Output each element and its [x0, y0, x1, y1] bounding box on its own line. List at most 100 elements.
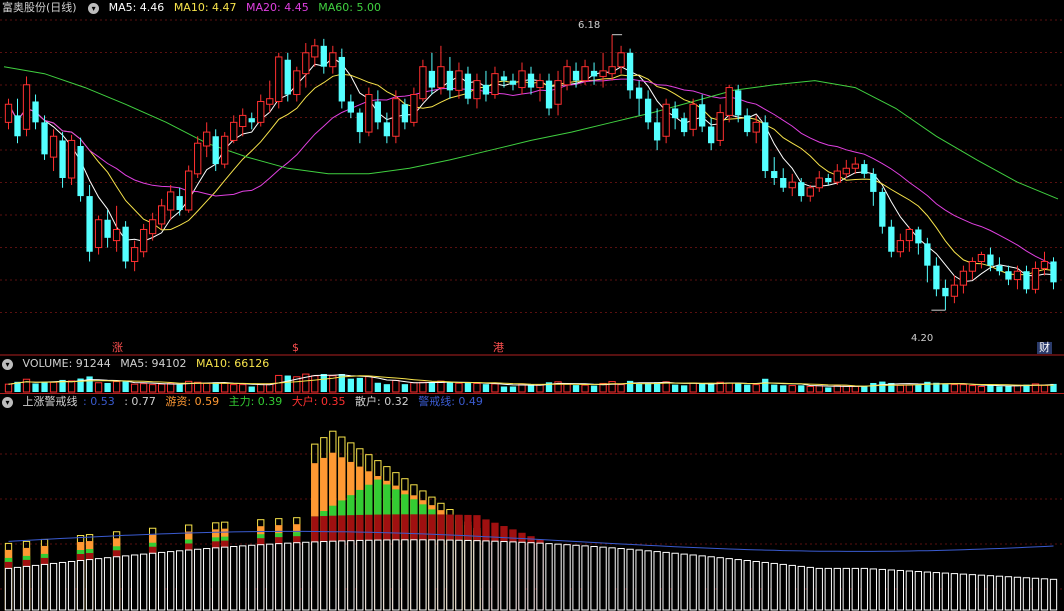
indicator-white-bar	[788, 564, 796, 611]
price-panel-toggle-icon[interactable]: ▾	[88, 2, 100, 14]
candle-body	[239, 114, 247, 128]
indicator-chart[interactable]	[0, 394, 1064, 611]
indicator-white-bar	[518, 541, 526, 611]
volume-panel-toggle-icon[interactable]: ▾	[2, 358, 13, 370]
volume-bar	[347, 378, 354, 392]
volume-ma10-label: MA10: 66126	[195, 357, 270, 370]
indicator-white-bar	[617, 548, 625, 611]
indicator-panel-toggle-icon[interactable]: ▾	[2, 396, 13, 408]
ma20-line	[8, 78, 1054, 266]
indicator-white-bar	[293, 542, 301, 611]
volume-bar	[401, 384, 409, 392]
volume-bar	[563, 383, 571, 393]
indicator-white-bar	[833, 567, 841, 611]
indicator-white-bar	[1022, 577, 1031, 611]
volume-bar	[708, 383, 715, 392]
indicator-white-bar	[950, 573, 959, 611]
volume-bar	[67, 380, 76, 393]
indicator-white-bar	[31, 564, 40, 611]
event-marker-hk[interactable]: 港	[493, 342, 504, 354]
candle-body	[284, 59, 291, 95]
candle-body	[482, 84, 490, 95]
indicator-white-bar	[608, 547, 616, 611]
indicator-white-bar	[509, 541, 517, 611]
volume-bar	[419, 381, 427, 393]
candle-body	[446, 70, 454, 91]
indicator-name: 上涨警戒线	[22, 395, 78, 408]
indicator-white-bar	[157, 551, 166, 611]
indicator-white-bar	[194, 548, 202, 611]
volume-bar	[446, 382, 454, 392]
candle-body	[203, 131, 211, 147]
indicator-white-bar	[653, 551, 661, 611]
volume-bar	[86, 376, 93, 392]
candle-body	[671, 108, 679, 119]
volume-bar	[112, 381, 121, 393]
indicator-white-bar	[410, 539, 418, 611]
stock-title: 富奥股份(日线)	[2, 1, 77, 14]
candle-body	[275, 56, 283, 102]
indicator-white-bar	[4, 567, 13, 611]
indicator-white-bar	[491, 540, 499, 611]
indicator-white-bar	[85, 559, 94, 611]
candle-body	[825, 178, 832, 183]
volume-bar	[311, 375, 319, 393]
indicator-white-bar	[986, 575, 995, 611]
indicator-white-bar	[842, 567, 850, 611]
candle-body	[1050, 261, 1057, 283]
indicator-white-bar	[40, 563, 49, 611]
indicator-white-bar	[527, 542, 535, 611]
event-marker-dollar[interactable]: $	[292, 342, 299, 354]
candle-body	[311, 45, 319, 58]
candle-body	[708, 126, 715, 144]
indicator-white-bar	[1013, 576, 1022, 611]
indicator-white-bar	[428, 539, 436, 611]
volume-panel[interactable]: ▾ VOLUME: 91244 MA5: 94102 MA10: 66126	[0, 356, 1064, 394]
indicator-panel[interactable]: ▾ 上涨警戒线 : 0.53 : 0.77 游资: 0.59 主力: 0.39 …	[0, 394, 1064, 611]
candle-body	[1023, 271, 1030, 290]
volume-bar	[671, 384, 679, 392]
ma10-label: MA10: 4.47	[173, 1, 237, 14]
candle-body	[554, 80, 562, 105]
indicator-white-bar	[662, 551, 670, 611]
candle-body	[518, 70, 526, 89]
indicator-white-bar	[599, 546, 607, 611]
volume-bar	[608, 381, 616, 393]
volume-bar	[996, 386, 1003, 392]
candle-body	[14, 115, 21, 137]
volume-bar	[572, 385, 580, 392]
candle-body	[950, 284, 959, 297]
indicator-white-bar	[365, 539, 373, 611]
indicator-white-bar	[383, 539, 391, 611]
indicator-white-bar	[932, 572, 941, 611]
candle-body	[861, 164, 868, 174]
indicator-white-bar	[176, 550, 184, 611]
indicator-white-bar	[689, 554, 697, 611]
indicator-white-bar	[203, 548, 211, 611]
indicator-white-bar	[455, 539, 463, 611]
event-marker-zhang[interactable]: 涨	[112, 342, 123, 354]
indicator-white-bar	[887, 569, 895, 611]
volume-bar	[870, 382, 877, 392]
indicator-dahu: 大户: 0.35	[291, 395, 346, 408]
indicator-white-bar	[1040, 578, 1049, 611]
price-chart[interactable]	[0, 0, 1064, 356]
indicator-white-bar	[212, 547, 220, 611]
candle-body	[383, 122, 391, 137]
candle-body	[320, 45, 327, 67]
volume-bar	[581, 384, 589, 393]
candle-body	[833, 170, 841, 183]
candle-body	[148, 219, 157, 235]
candle-body	[356, 112, 363, 133]
candle-body	[130, 247, 139, 262]
volume-bar	[257, 383, 265, 393]
indicator-white-bar	[590, 545, 598, 611]
indicator-white-bar	[185, 549, 193, 611]
volume-bar	[473, 382, 481, 393]
volume-bar	[987, 385, 994, 392]
price-panel[interactable]: 富奥股份(日线) ▾ MA5: 4.46 MA10: 4.47 MA20: 4.…	[0, 0, 1064, 356]
candle-body	[1005, 271, 1012, 280]
event-marker-finance[interactable]: 财	[1037, 342, 1052, 354]
indicator-white-bar	[1031, 577, 1040, 611]
indicator-panel-header: ▾ 上涨警戒线 : 0.53 : 0.77 游资: 0.59 主力: 0.39 …	[0, 394, 489, 410]
